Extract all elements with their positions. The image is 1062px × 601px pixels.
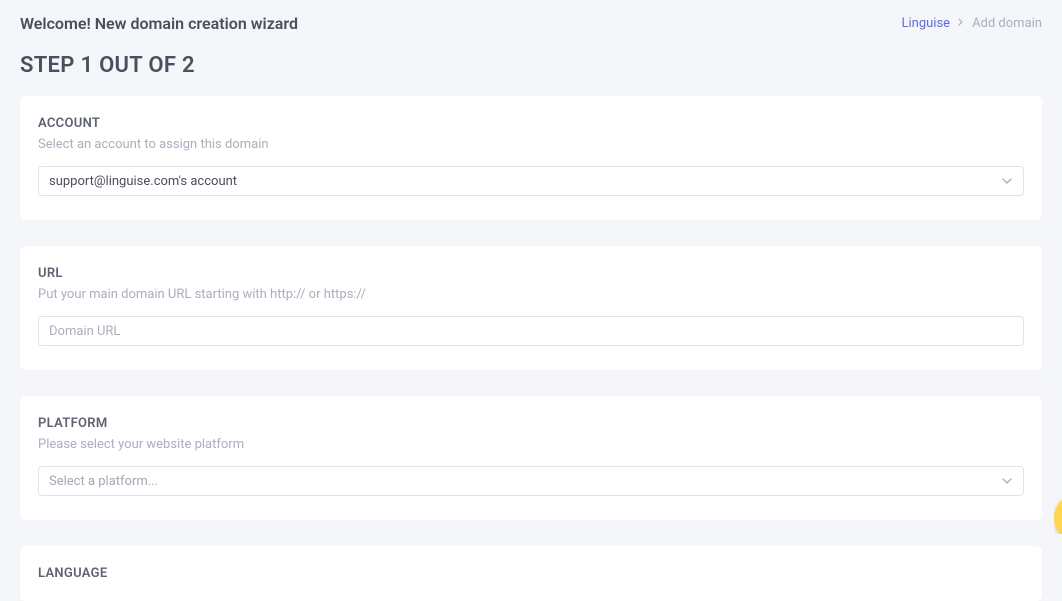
account-sublabel: Select an account to assign this domain: [38, 137, 1024, 152]
platform-select-placeholder: Select a platform...: [49, 474, 158, 489]
url-label: URL: [38, 266, 1024, 281]
language-label: LANGUAGE: [38, 566, 1024, 581]
url-section: URL Put your main domain URL starting wi…: [20, 246, 1042, 370]
account-select-value: support@linguise.com's account: [49, 174, 237, 189]
breadcrumb: Linguise Add domain: [901, 16, 1042, 31]
breadcrumb-link-linguise[interactable]: Linguise: [901, 16, 950, 31]
account-select[interactable]: support@linguise.com's account: [38, 166, 1024, 196]
page-title: Welcome! New domain creation wizard: [20, 14, 298, 33]
platform-section: PLATFORM Please select your website plat…: [20, 396, 1042, 520]
chevron-down-icon: [1001, 174, 1013, 189]
breadcrumb-current: Add domain: [972, 16, 1042, 31]
language-section: LANGUAGE: [20, 546, 1042, 601]
account-section: ACCOUNT Select an account to assign this…: [20, 96, 1042, 220]
platform-label: PLATFORM: [38, 416, 1024, 431]
chevron-right-icon: [958, 18, 964, 29]
platform-select[interactable]: Select a platform...: [38, 466, 1024, 496]
chat-widget[interactable]: [1054, 494, 1062, 534]
domain-url-input[interactable]: [38, 316, 1024, 346]
chevron-down-icon: [1001, 474, 1013, 489]
account-label: ACCOUNT: [38, 116, 1024, 131]
url-sublabel: Put your main domain URL starting with h…: [38, 287, 1024, 302]
platform-sublabel: Please select your website platform: [38, 437, 1024, 452]
step-heading: STEP 1 OUT OF 2: [0, 37, 1062, 96]
chat-icon: [1054, 494, 1062, 534]
